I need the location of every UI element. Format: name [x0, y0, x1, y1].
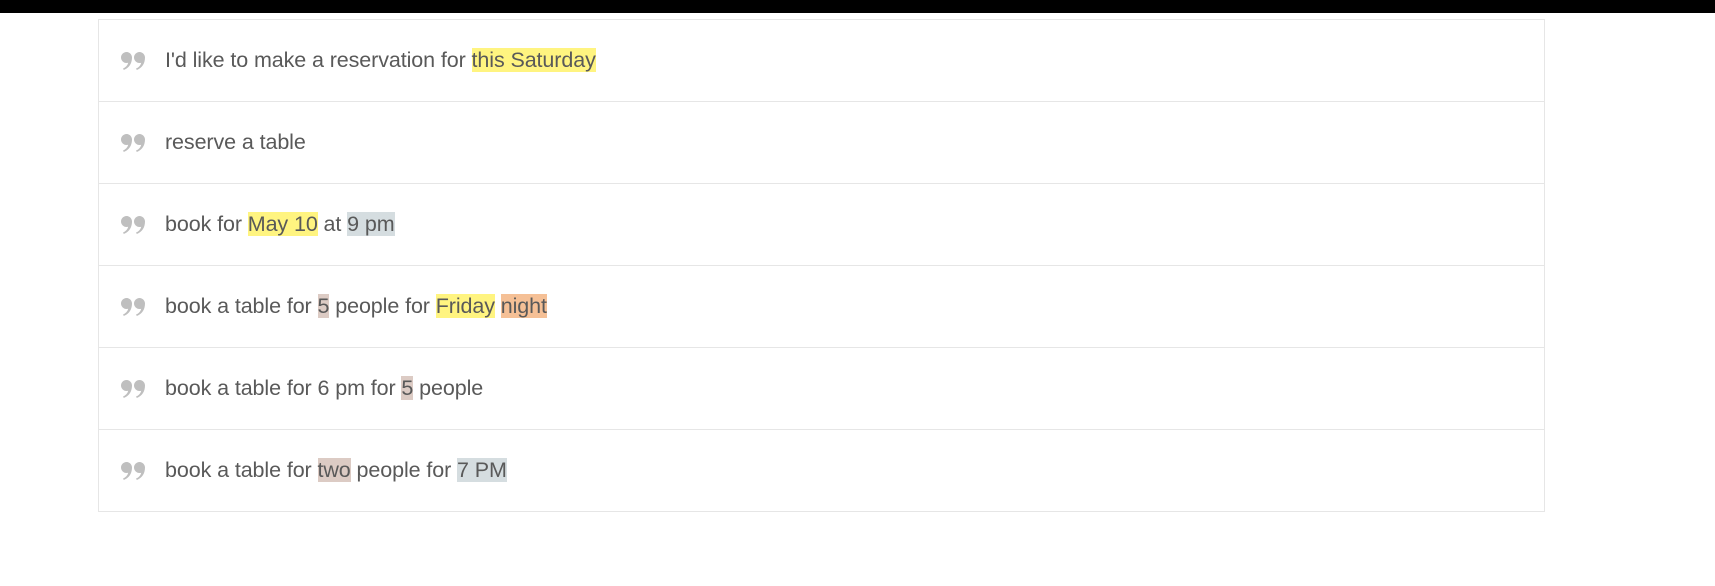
quote-icon — [121, 380, 145, 398]
entity-highlight[interactable]: 7 PM — [457, 458, 507, 482]
quote-icon — [121, 298, 145, 316]
phrase-text[interactable]: reserve a table — [165, 128, 306, 157]
training-phrase-row[interactable]: book a table for two people for 7 PM — [99, 430, 1544, 512]
entity-highlight[interactable]: this Saturday — [472, 48, 596, 72]
phrase-text[interactable]: book a table for two people for 7 PM — [165, 456, 507, 485]
entity-highlight[interactable]: night — [501, 294, 547, 318]
phrase-text[interactable]: book a table for 5 people for Friday nig… — [165, 292, 547, 321]
training-phrase-row[interactable]: book for May 10 at 9 pm — [99, 184, 1544, 266]
quote-icon — [121, 216, 145, 234]
phrase-text[interactable]: book a table for 6 pm for 5 people — [165, 374, 483, 403]
phrase-text[interactable]: I'd like to make a reservation for this … — [165, 46, 596, 75]
training-phrase-row[interactable]: book a table for 6 pm for 5 people — [99, 348, 1544, 430]
quote-icon — [121, 52, 145, 70]
entity-highlight[interactable]: Friday — [436, 294, 495, 318]
entity-highlight[interactable]: two — [318, 458, 351, 482]
training-phrase-row[interactable]: I'd like to make a reservation for this … — [99, 19, 1544, 102]
window-top-bar — [0, 0, 1715, 13]
entity-highlight[interactable]: 9 pm — [347, 212, 394, 236]
quote-icon — [121, 134, 145, 152]
training-phrase-row[interactable]: reserve a table — [99, 102, 1544, 184]
training-phrase-row[interactable]: book a table for 5 people for Friday nig… — [99, 266, 1544, 348]
phrases-container: I'd like to make a reservation for this … — [0, 19, 1715, 512]
training-phrase-list: I'd like to make a reservation for this … — [98, 19, 1545, 512]
phrase-text[interactable]: book for May 10 at 9 pm — [165, 210, 395, 239]
quote-icon — [121, 462, 145, 480]
entity-highlight[interactable]: May 10 — [248, 212, 318, 236]
entity-highlight[interactable]: 5 — [401, 376, 413, 400]
entity-highlight[interactable]: 5 — [318, 294, 330, 318]
